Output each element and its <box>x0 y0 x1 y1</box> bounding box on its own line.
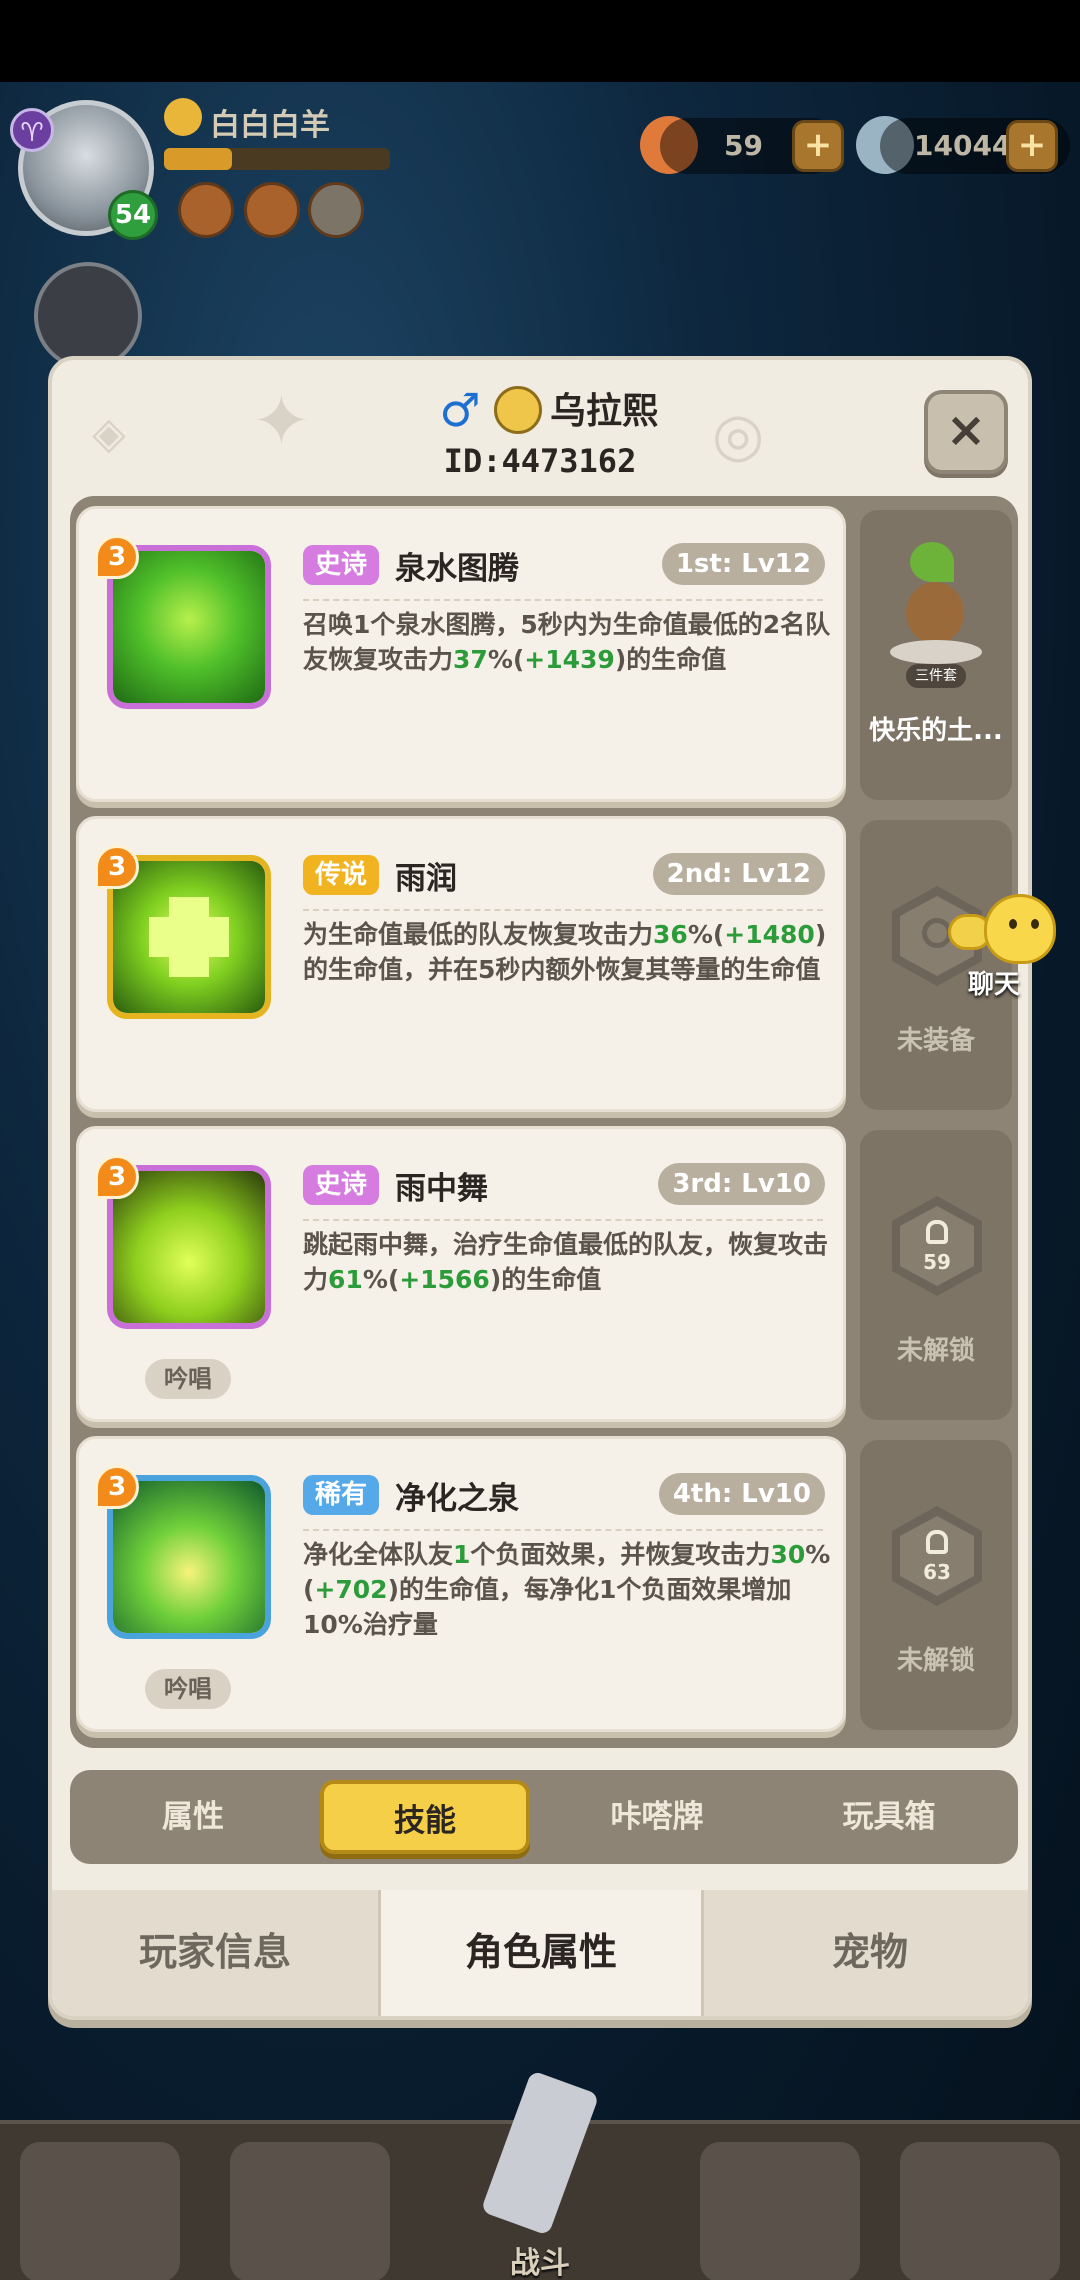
add-shells-button[interactable]: + <box>792 120 844 172</box>
skill-description: 召唤1个泉水图腾，5秒内为生命值最低的2名队友恢复攻击力37%(+1439)的生… <box>303 610 831 674</box>
skill-card-2[interactable]: 3 传说 雨润 2nd: Lv12 为生命值最低的队友恢复攻击力36%(+148… <box>76 816 846 1112</box>
skills-panel: 3 史诗 泉水图腾 1st: Lv12 召唤1个泉水图腾，5秒内为生命值最低的2… <box>70 496 1018 1748</box>
teammate-avatar[interactable] <box>34 262 142 370</box>
skill-slot-level: 2nd: Lv12 <box>652 853 825 895</box>
nav-battle[interactable]: 战斗 <box>440 2058 640 2280</box>
nav-battle-label: 战斗 <box>510 2246 570 2280</box>
skill-level-flag: 3 <box>95 535 139 579</box>
chat-face-icon <box>984 894 1056 964</box>
equipment-slot-3[interactable]: 59 未解锁 <box>860 1130 1012 1420</box>
chat-label: 聊天 <box>968 970 1021 1000</box>
character-id: ID:4473162 <box>443 442 637 480</box>
equipment-slot-4[interactable]: 63 未解锁 <box>860 1440 1012 1730</box>
male-icon: ♂ <box>439 383 481 437</box>
detail-tabs: 属性 技能 咔嗒牌 玩具箱 <box>70 1770 1018 1864</box>
divider <box>303 599 823 601</box>
divider <box>303 1529 823 1531</box>
tab-cards[interactable]: 咔嗒牌 <box>552 1780 762 1854</box>
divider <box>303 1219 823 1221</box>
nav-shop[interactable] <box>900 2142 1060 2280</box>
tab-player-info[interactable]: 玩家信息 <box>52 1890 378 2016</box>
skill-card-3[interactable]: 3 史诗 雨中舞 3rd: Lv10 跳起雨中舞，治疗生命值最低的队友，恢复攻击… <box>76 1126 846 1422</box>
nav-character-2[interactable] <box>230 2142 390 2280</box>
player-emoji-icon <box>164 98 202 136</box>
skill-name: 净化之泉 <box>395 1481 519 1517</box>
add-pearls-button[interactable]: + <box>1006 120 1058 172</box>
aries-icon: ♈ <box>10 108 54 152</box>
skill-card-1[interactable]: 3 史诗 泉水图腾 1st: Lv12 召唤1个泉水图腾，5秒内为生命值最低的2… <box>76 506 846 802</box>
tab-skills[interactable]: 技能 <box>320 1780 530 1854</box>
skill-description: 为生命值最低的队友恢复攻击力36%(+1480)的生命值，并在5秒内额外恢复其等… <box>303 920 827 984</box>
buff-icon-1[interactable] <box>178 182 234 238</box>
skill-name: 雨中舞 <box>395 1171 488 1207</box>
skill-description: 净化全体队友1个负面效果，并恢复攻击力30%(+702)的生命值，每净化1个负面… <box>303 1540 831 1639</box>
skill-description: 跳起雨中舞，治疗生命值最低的队友，恢复攻击力61%(+1566)的生命值 <box>303 1230 829 1294</box>
tab-pets[interactable]: 宠物 <box>704 1890 1028 2016</box>
modal-header: ◈ ✦ ◎ ♂ 乌拉熙 ID:4473162 × <box>52 360 1028 490</box>
tab-character-attributes[interactable]: 角色属性 <box>378 1890 704 2016</box>
set-badge: 三件套 <box>906 664 966 688</box>
equipment-name: 快乐的土... <box>869 716 1003 746</box>
buff-icon-3[interactable] <box>308 182 364 238</box>
status-bar <box>0 0 1080 82</box>
chant-tag: 吟唱 <box>145 1359 231 1399</box>
skill-slot-level: 1st: Lv12 <box>661 543 825 585</box>
skill-name: 泉水图腾 <box>395 551 519 587</box>
character-name: 乌拉熙 <box>550 391 659 432</box>
character-emoji-icon <box>494 386 542 434</box>
chant-tag: 吟唱 <box>145 1669 231 1709</box>
skill-level-flag: 3 <box>95 1465 139 1509</box>
rarity-badge: 史诗 <box>303 545 380 585</box>
tab-attributes[interactable]: 属性 <box>88 1780 298 1854</box>
character-modal: ◈ ✦ ◎ ♂ 乌拉熙 ID:4473162 × 3 史诗 泉水图腾 1st: … <box>48 356 1032 2020</box>
equipment-slot-1[interactable]: 三件套 快乐的土... <box>860 510 1012 800</box>
rarity-badge: 史诗 <box>303 1165 380 1205</box>
close-button[interactable]: × <box>924 390 1008 474</box>
skill-level-flag: 3 <box>95 845 139 889</box>
skill-card-4[interactable]: 3 稀有 净化之泉 4th: Lv10 净化全体队友1个负面效果，并恢复攻击力3… <box>76 1436 846 1732</box>
slot-status: 未解锁 <box>896 1646 975 1676</box>
nav-character-1[interactable] <box>20 2142 180 2280</box>
buff-icon-2[interactable] <box>244 182 300 238</box>
slot-status: 未装备 <box>896 1026 975 1056</box>
player-level-badge: 54 <box>108 190 158 240</box>
slot-status: 未解锁 <box>896 1336 975 1366</box>
sword-icon <box>480 2070 600 2236</box>
skill-slot-level: 3rd: Lv10 <box>658 1163 825 1205</box>
monkey-figure-icon <box>880 540 992 670</box>
rarity-badge: 稀有 <box>303 1475 380 1515</box>
unlock-level: 59 <box>923 1250 951 1274</box>
rarity-badge: 传说 <box>303 855 380 895</box>
skill-level-flag: 3 <box>95 1155 139 1199</box>
tab-toybox[interactable]: 玩具箱 <box>784 1780 994 1854</box>
bottom-tabs: 玩家信息 角色属性 宠物 <box>52 1890 1028 2016</box>
player-name: 白白白羊 <box>210 108 330 143</box>
nav-character-3[interactable] <box>700 2142 860 2280</box>
divider <box>303 909 823 911</box>
skill-name: 雨润 <box>395 861 457 897</box>
exp-bar <box>164 148 390 170</box>
chat-button[interactable]: 聊天 <box>948 894 1068 1014</box>
unlock-level: 63 <box>923 1560 951 1584</box>
skill-slot-level: 4th: Lv10 <box>658 1473 825 1515</box>
